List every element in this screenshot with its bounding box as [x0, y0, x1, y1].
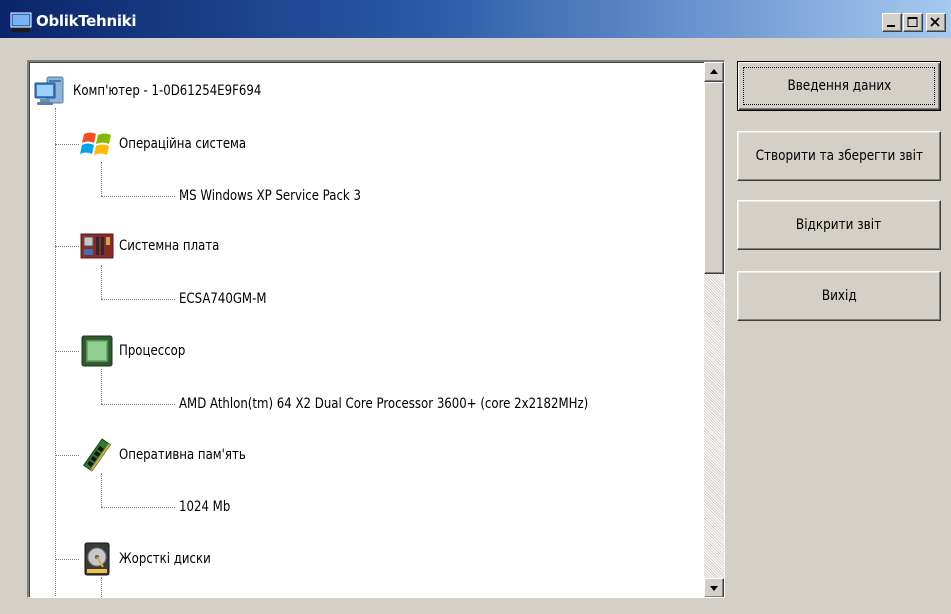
close-button[interactable]: [926, 13, 946, 32]
tree-node-cpu[interactable]: Процессор: [79, 335, 198, 367]
tree-node-motherboard-value[interactable]: ECSA740GM-M: [179, 283, 283, 315]
motherboard-label: Системна плата: [119, 238, 220, 254]
ram-icon: [83, 438, 111, 472]
tree-connector: [55, 455, 79, 456]
cpu-value: AMD Athlon(tm) 64 X2 Dual Core Processor…: [179, 396, 589, 412]
tree-connector: [101, 473, 102, 507]
tree-connector: [55, 351, 79, 352]
arrow-down-icon: [710, 586, 718, 591]
tree-connector: [55, 559, 79, 560]
enter-data-label: Введення даних: [787, 78, 891, 94]
windows-logo-icon: [80, 132, 111, 155]
tree-connector: [55, 144, 79, 145]
tree-node-os[interactable]: Операційна система: [79, 128, 270, 160]
scroll-down-button[interactable]: [704, 578, 724, 597]
vertical-scrollbar[interactable]: [704, 62, 724, 597]
maximize-icon: [907, 17, 918, 27]
tree-connector: [55, 108, 56, 597]
tree-content: Комп'ютер - 1-0D61254E9F694 Операційна с…: [29, 62, 703, 597]
tree-connector: [55, 246, 79, 247]
hardware-tree[interactable]: Комп'ютер - 1-0D61254E9F694 Операційна с…: [27, 60, 725, 598]
cpu-icon: [81, 335, 113, 367]
scroll-up-button[interactable]: [704, 62, 724, 82]
tree-node-ram-value[interactable]: 1024 Mb: [179, 491, 240, 523]
tree-connector: [101, 162, 102, 196]
tree-connector: [101, 299, 175, 300]
scroll-thumb[interactable]: [704, 82, 724, 274]
ram-label: Оперативна пам'ять: [119, 447, 246, 463]
create-save-report-button[interactable]: Створити та зберегти звіт: [737, 131, 941, 181]
tree-node-motherboard[interactable]: Системна плата: [79, 230, 239, 262]
tree-connector: [101, 577, 102, 597]
open-report-label: Відкрити звіт: [796, 217, 882, 233]
hard-disk-icon: [84, 542, 110, 576]
monitor-icon: [10, 12, 32, 32]
enter-data-button[interactable]: Введення даних: [737, 61, 941, 111]
motherboard-value: ECSA740GM-M: [179, 291, 267, 307]
tree-node-ram[interactable]: Оперативна пам'ять: [79, 438, 270, 472]
os-label: Операційна система: [119, 136, 247, 152]
title-bar[interactable]: OblikTehniki: [0, 0, 951, 38]
exit-button[interactable]: Вихід: [737, 271, 941, 321]
arrow-up-icon: [710, 69, 718, 74]
tree-connector: [101, 507, 175, 508]
tree-connector: [101, 196, 175, 197]
exit-label: Вихід: [821, 288, 857, 304]
motherboard-icon: [80, 233, 114, 259]
tree-node-os-value[interactable]: MS Windows XP Service Pack 3: [179, 180, 396, 212]
app-window: OblikTehniki Комп'ютер - 1-0D61254E9F694…: [0, 0, 951, 614]
os-value: MS Windows XP Service Pack 3: [179, 188, 361, 204]
tree-node-cpu-value[interactable]: AMD Athlon(tm) 64 X2 Dual Core Processor…: [179, 388, 666, 420]
maximize-button[interactable]: [903, 13, 923, 32]
cpu-label: Процессор: [119, 343, 186, 359]
tree-root-node[interactable]: Комп'ютер - 1-0D61254E9F694: [33, 75, 297, 107]
tree-node-hard-disks[interactable]: Жорсткі диски: [79, 542, 228, 576]
window-title: OblikTehniki: [36, 12, 137, 30]
tree-connector: [101, 404, 175, 405]
minimize-button[interactable]: [882, 13, 902, 32]
tree-connector: [101, 265, 102, 299]
minimize-icon: [887, 25, 895, 27]
root-label: Комп'ютер - 1-0D61254E9F694: [73, 83, 262, 99]
computer-icon: [34, 76, 64, 105]
hard-disks-label: Жорсткі диски: [119, 551, 211, 567]
open-report-button[interactable]: Відкрити звіт: [737, 200, 941, 250]
tree-connector: [101, 369, 102, 404]
ram-value: 1024 Mb: [179, 499, 231, 515]
close-icon: [930, 17, 940, 27]
create-save-report-label: Створити та зберегти звіт: [755, 148, 923, 164]
